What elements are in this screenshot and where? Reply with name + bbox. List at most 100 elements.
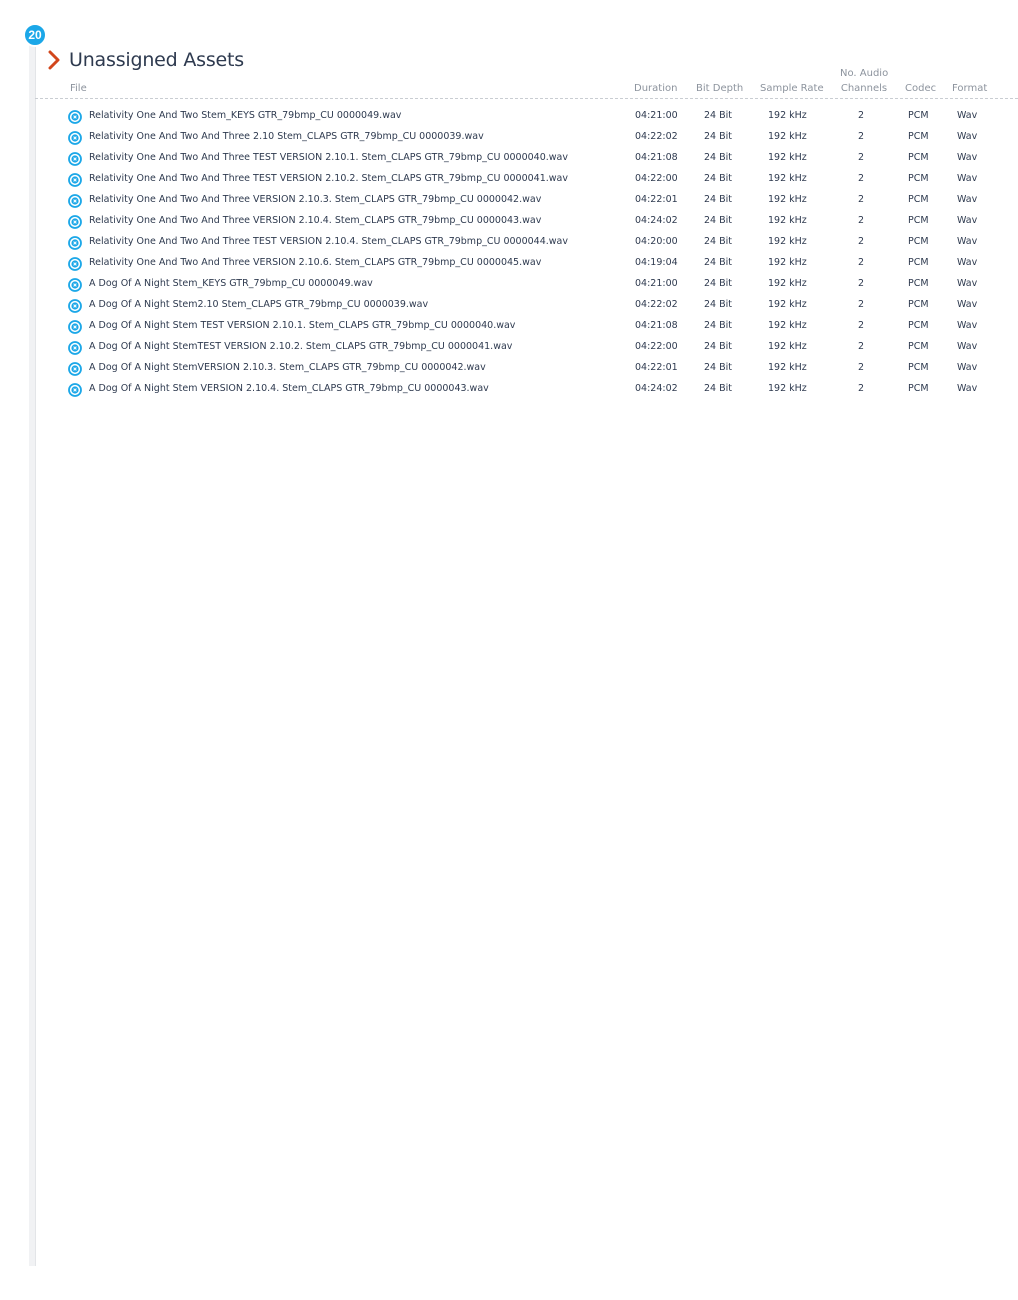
cell-file-name: Relativity One And Two And Three 2.10 St… bbox=[89, 131, 484, 142]
cell-duration: 04:22:01 bbox=[635, 194, 678, 205]
cell-duration: 04:22:01 bbox=[635, 362, 678, 373]
table-row[interactable]: Relativity One And Two And Three 2.10 St… bbox=[0, 127, 1018, 148]
table-row[interactable]: Relativity One And Two And Three TEST VE… bbox=[0, 148, 1018, 169]
remove-circle-icon[interactable] bbox=[68, 299, 82, 313]
remove-circle-icon[interactable] bbox=[68, 362, 82, 376]
cell-sample-rate: 192 kHz bbox=[768, 278, 807, 289]
table-row[interactable]: Relativity One And Two And Three TEST VE… bbox=[0, 232, 1018, 253]
remove-circle-icon[interactable] bbox=[68, 278, 82, 292]
table-row[interactable]: A Dog Of A Night StemTEST VERSION 2.10.2… bbox=[0, 337, 1018, 358]
cell-file-name: Relativity One And Two Stem_KEYS GTR_79b… bbox=[89, 110, 402, 121]
cell-channels: 2 bbox=[858, 362, 865, 373]
column-header-channels[interactable]: No. Audio Channels bbox=[840, 66, 888, 96]
cell-file-name: Relativity One And Two And Three TEST VE… bbox=[89, 236, 568, 247]
cell-channels: 2 bbox=[858, 299, 865, 310]
chevron-right-icon[interactable] bbox=[46, 50, 62, 70]
section-header[interactable]: Unassigned Assets bbox=[46, 48, 244, 72]
table-row[interactable]: Relativity One And Two And Three VERSION… bbox=[0, 253, 1018, 274]
cell-file-name: A Dog Of A Night StemTEST VERSION 2.10.2… bbox=[89, 341, 513, 352]
header-divider bbox=[35, 98, 1018, 99]
cell-sample-rate: 192 kHz bbox=[768, 383, 807, 394]
cell-sample-rate: 192 kHz bbox=[768, 341, 807, 352]
cell-sample-rate: 192 kHz bbox=[768, 110, 807, 121]
cell-codec: PCM bbox=[908, 383, 929, 394]
table-row[interactable]: Relativity One And Two And Three TEST VE… bbox=[0, 169, 1018, 190]
cell-codec: PCM bbox=[908, 299, 929, 310]
cell-duration: 04:24:02 bbox=[635, 215, 678, 226]
cell-bit-depth: 24 Bit bbox=[704, 110, 732, 121]
cell-format: Wav bbox=[957, 257, 978, 268]
remove-circle-icon[interactable] bbox=[68, 236, 82, 250]
cell-channels: 2 bbox=[858, 173, 865, 184]
cell-duration: 04:22:02 bbox=[635, 299, 678, 310]
cell-duration: 04:21:08 bbox=[635, 152, 678, 163]
cell-bit-depth: 24 Bit bbox=[704, 131, 732, 142]
column-header-sample-rate[interactable]: Sample Rate bbox=[760, 83, 824, 94]
cell-bit-depth: 24 Bit bbox=[704, 299, 732, 310]
cell-format: Wav bbox=[957, 152, 978, 163]
remove-circle-icon[interactable] bbox=[68, 173, 82, 187]
column-header-channels-line2: Channels bbox=[840, 83, 888, 94]
table-row[interactable]: A Dog Of A Night Stem VERSION 2.10.4. St… bbox=[0, 379, 1018, 400]
table-row[interactable]: A Dog Of A Night Stem2.10 Stem_CLAPS GTR… bbox=[0, 295, 1018, 316]
cell-channels: 2 bbox=[858, 236, 865, 247]
column-header-bit-depth[interactable]: Bit Depth bbox=[696, 83, 743, 94]
asset-list: Relativity One And Two Stem_KEYS GTR_79b… bbox=[0, 106, 1018, 400]
remove-circle-icon[interactable] bbox=[68, 110, 82, 124]
remove-circle-icon[interactable] bbox=[68, 383, 82, 397]
cell-file-name: Relativity One And Two And Three VERSION… bbox=[89, 194, 542, 205]
cell-file-name: Relativity One And Two And Three VERSION… bbox=[89, 257, 542, 268]
column-header-duration[interactable]: Duration bbox=[634, 83, 677, 94]
column-header-codec[interactable]: Codec bbox=[905, 83, 936, 94]
table-row[interactable]: A Dog Of A Night Stem TEST VERSION 2.10.… bbox=[0, 316, 1018, 337]
table-row[interactable]: A Dog Of A Night Stem_KEYS GTR_79bmp_CU … bbox=[0, 274, 1018, 295]
cell-duration: 04:21:00 bbox=[635, 110, 678, 121]
remove-circle-icon[interactable] bbox=[68, 152, 82, 166]
table-row[interactable]: Relativity One And Two And Three VERSION… bbox=[0, 211, 1018, 232]
cell-codec: PCM bbox=[908, 362, 929, 373]
cell-bit-depth: 24 Bit bbox=[704, 215, 732, 226]
cell-codec: PCM bbox=[908, 152, 929, 163]
cell-bit-depth: 24 Bit bbox=[704, 152, 732, 163]
table-row[interactable]: Relativity One And Two And Three VERSION… bbox=[0, 190, 1018, 211]
column-header-format[interactable]: Format bbox=[952, 83, 987, 94]
cell-bit-depth: 24 Bit bbox=[704, 194, 732, 205]
cell-sample-rate: 192 kHz bbox=[768, 173, 807, 184]
cell-file-name: A Dog Of A Night Stem VERSION 2.10.4. St… bbox=[89, 383, 489, 394]
cell-format: Wav bbox=[957, 299, 978, 310]
table-row[interactable]: A Dog Of A Night StemVERSION 2.10.3. Ste… bbox=[0, 358, 1018, 379]
cell-channels: 2 bbox=[858, 320, 865, 331]
cell-sample-rate: 192 kHz bbox=[768, 215, 807, 226]
cell-duration: 04:21:08 bbox=[635, 320, 678, 331]
table-row[interactable]: Relativity One And Two Stem_KEYS GTR_79b… bbox=[0, 106, 1018, 127]
cell-channels: 2 bbox=[858, 383, 865, 394]
remove-circle-icon[interactable] bbox=[68, 257, 82, 271]
cell-file-name: A Dog Of A Night Stem2.10 Stem_CLAPS GTR… bbox=[89, 299, 429, 310]
remove-circle-icon[interactable] bbox=[68, 341, 82, 355]
cell-codec: PCM bbox=[908, 215, 929, 226]
cell-sample-rate: 192 kHz bbox=[768, 257, 807, 268]
cell-codec: PCM bbox=[908, 236, 929, 247]
cell-duration: 04:21:00 bbox=[635, 278, 678, 289]
cell-format: Wav bbox=[957, 362, 978, 373]
remove-circle-icon[interactable] bbox=[68, 131, 82, 145]
cell-sample-rate: 192 kHz bbox=[768, 299, 807, 310]
cell-format: Wav bbox=[957, 278, 978, 289]
cell-file-name: A Dog Of A Night StemVERSION 2.10.3. Ste… bbox=[89, 362, 486, 373]
step-badge: 20 bbox=[23, 23, 47, 47]
cell-format: Wav bbox=[957, 320, 978, 331]
cell-format: Wav bbox=[957, 236, 978, 247]
cell-bit-depth: 24 Bit bbox=[704, 320, 732, 331]
remove-circle-icon[interactable] bbox=[68, 194, 82, 208]
cell-sample-rate: 192 kHz bbox=[768, 362, 807, 373]
cell-format: Wav bbox=[957, 215, 978, 226]
cell-duration: 04:22:00 bbox=[635, 173, 678, 184]
cell-bit-depth: 24 Bit bbox=[704, 341, 732, 352]
column-header-file[interactable]: File bbox=[70, 83, 87, 94]
cell-sample-rate: 192 kHz bbox=[768, 320, 807, 331]
remove-circle-icon[interactable] bbox=[68, 320, 82, 334]
cell-sample-rate: 192 kHz bbox=[768, 131, 807, 142]
remove-circle-icon[interactable] bbox=[68, 215, 82, 229]
cell-format: Wav bbox=[957, 341, 978, 352]
cell-bit-depth: 24 Bit bbox=[704, 236, 732, 247]
